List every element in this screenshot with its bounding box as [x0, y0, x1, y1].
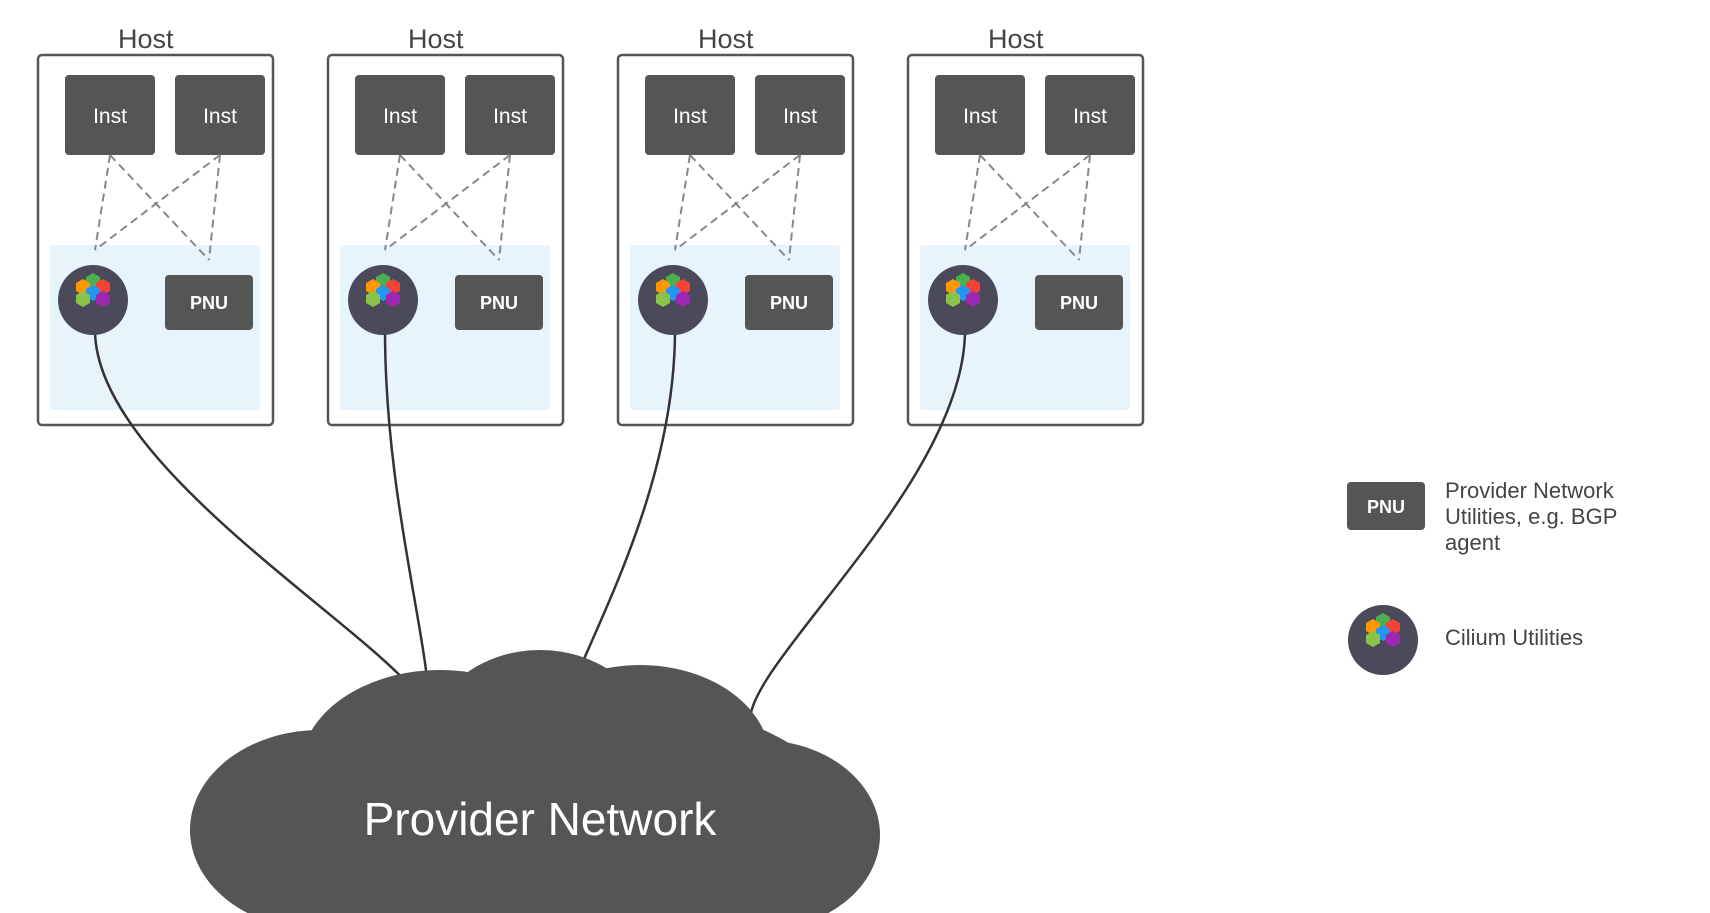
svg-text:Inst: Inst — [673, 105, 707, 128]
svg-text:Inst: Inst — [783, 105, 817, 128]
svg-text:Host: Host — [698, 24, 754, 54]
svg-text:PNU: PNU — [770, 293, 808, 313]
svg-text:Inst: Inst — [203, 105, 237, 128]
svg-text:Inst: Inst — [1073, 105, 1107, 128]
svg-text:Utilities, e.g. BGP: Utilities, e.g. BGP — [1445, 504, 1617, 529]
svg-text:Provider Network: Provider Network — [364, 793, 718, 845]
svg-text:Inst: Inst — [963, 105, 997, 128]
svg-text:Inst: Inst — [493, 105, 527, 128]
diagram-container: Host Inst Inst PNU Host Inst Inst PNU Ho… — [0, 0, 1710, 913]
svg-text:Cilium Utilities: Cilium Utilities — [1445, 625, 1583, 650]
svg-text:Inst: Inst — [383, 105, 417, 128]
svg-text:PNU: PNU — [1060, 293, 1098, 313]
svg-text:Host: Host — [118, 24, 174, 54]
svg-text:PNU: PNU — [480, 293, 518, 313]
svg-text:PNU: PNU — [190, 293, 228, 313]
svg-text:Provider Network: Provider Network — [1445, 478, 1615, 503]
svg-text:Inst: Inst — [93, 105, 127, 128]
svg-text:Host: Host — [408, 24, 464, 54]
svg-text:PNU: PNU — [1367, 497, 1405, 517]
svg-text:Host: Host — [988, 24, 1044, 54]
svg-text:agent: agent — [1445, 530, 1500, 555]
